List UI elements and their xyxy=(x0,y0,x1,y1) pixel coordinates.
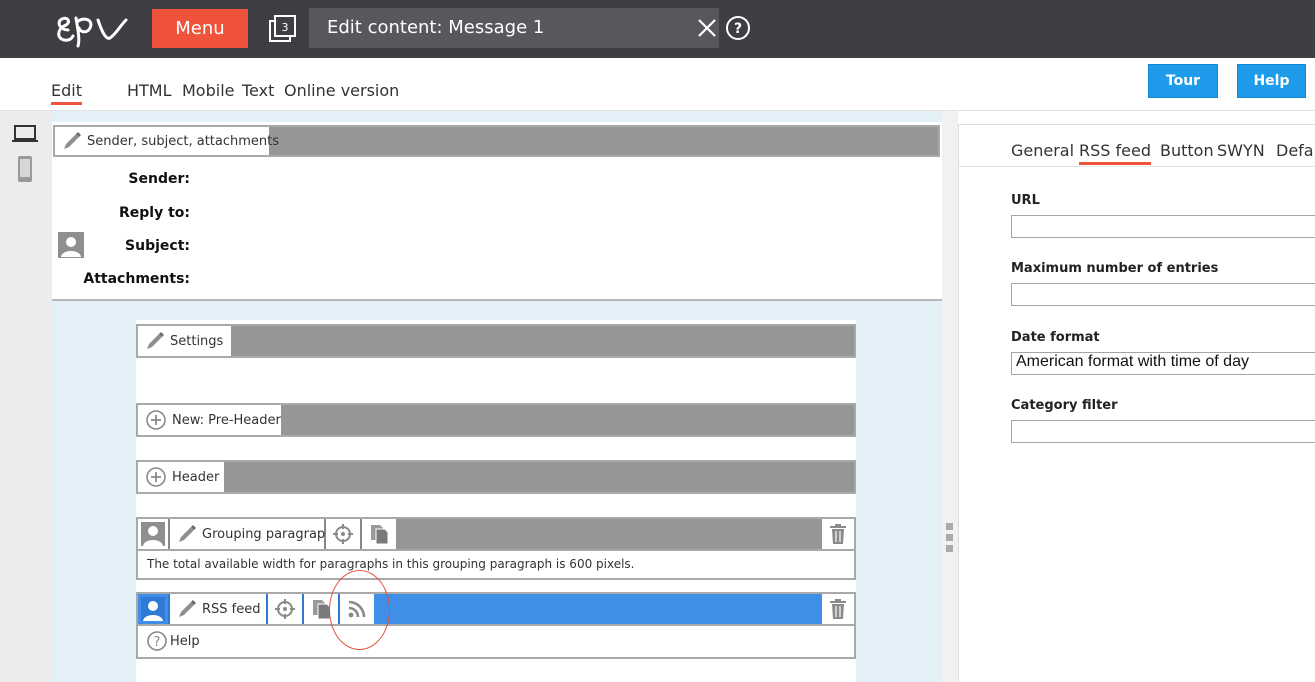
tab-rss-feed[interactable]: RSS feed xyxy=(1079,141,1151,165)
grouping-title: Grouping paragraph xyxy=(202,526,334,542)
settings-label[interactable]: Settings xyxy=(138,326,231,356)
grouping-info-text: The total available width for paragraphs… xyxy=(147,557,635,571)
splitter-grip[interactable] xyxy=(946,523,953,530)
tab-swyn[interactable]: SWYN xyxy=(1217,141,1265,160)
grouping-delete-button[interactable] xyxy=(822,519,854,549)
laptop-icon[interactable] xyxy=(11,124,39,144)
page-title: Edit content: Message 1 xyxy=(327,17,545,38)
pre-header-title: New: Pre-Header xyxy=(172,412,281,428)
plus-circle-icon xyxy=(146,467,166,487)
rss-title: RSS feed xyxy=(202,601,261,617)
category-filter-label: Category filter xyxy=(1011,398,1118,413)
tabs-count: 3 xyxy=(282,21,289,34)
help-button[interactable]: Help xyxy=(1237,64,1306,98)
tab-html[interactable]: HTML xyxy=(127,81,172,100)
person-icon[interactable] xyxy=(58,232,84,258)
sender-label: Sender: xyxy=(128,171,190,187)
tab-default[interactable]: Defau xyxy=(1276,141,1315,160)
rss-person-button[interactable] xyxy=(138,594,170,624)
attachments-label: Attachments: xyxy=(83,271,190,287)
grouping-copy-button[interactable] xyxy=(362,519,396,549)
person-icon xyxy=(141,522,165,546)
epi-logo[interactable] xyxy=(50,10,130,48)
copy-icon xyxy=(371,525,389,545)
tabs-divider xyxy=(958,166,1315,167)
title-box: Edit content: Message 1 xyxy=(309,8,719,48)
tab-button[interactable]: Button xyxy=(1160,141,1214,160)
grouping-info: The total available width for paragraphs… xyxy=(136,551,856,580)
splitter-grip[interactable] xyxy=(946,534,953,541)
plus-circle-icon xyxy=(146,410,166,430)
tabs-icon[interactable]: 3 xyxy=(267,14,297,44)
rss-label[interactable]: RSS feed xyxy=(170,594,268,624)
close-icon[interactable] xyxy=(696,17,718,39)
grouping-paragraph-bar[interactable]: Grouping paragraph xyxy=(136,517,856,551)
url-label: URL xyxy=(1011,193,1040,208)
pen-icon xyxy=(64,132,81,149)
rss-target-button[interactable] xyxy=(268,594,304,624)
tab-online-version[interactable]: Online version xyxy=(284,81,399,100)
tab-text[interactable]: Text xyxy=(242,81,274,100)
grouping-person-button[interactable] xyxy=(138,519,170,549)
pre-header-label[interactable]: New: Pre-Header xyxy=(138,405,281,435)
highlight-annotation xyxy=(329,570,390,650)
pen-icon xyxy=(179,525,196,542)
tab-edit[interactable]: Edit xyxy=(51,81,82,105)
person-icon xyxy=(141,597,165,621)
max-entries-field[interactable] xyxy=(1011,283,1315,306)
pen-icon xyxy=(147,332,164,349)
pre-header-block-bar[interactable]: New: Pre-Header xyxy=(136,403,856,437)
target-icon xyxy=(275,599,295,619)
splitter-grip[interactable] xyxy=(946,545,953,552)
sender-block-title: Sender, subject, attachments xyxy=(87,133,280,149)
phone-icon[interactable] xyxy=(16,155,34,183)
url-field[interactable] xyxy=(1011,215,1315,238)
date-format-label: Date format xyxy=(1011,330,1100,345)
panel-splitter[interactable] xyxy=(942,111,958,682)
tab-general[interactable]: General xyxy=(1011,141,1074,160)
svg-text:?: ? xyxy=(154,635,161,650)
header-title: Header xyxy=(172,469,220,485)
trash-icon xyxy=(830,524,846,544)
settings-title: Settings xyxy=(170,333,224,349)
grouping-target-button[interactable] xyxy=(326,519,362,549)
rss-help-label: Help xyxy=(170,634,200,649)
max-entries-label: Maximum number of entries xyxy=(1011,261,1219,276)
help-icon[interactable]: ? xyxy=(725,15,751,41)
sender-block-label[interactable]: Sender, subject, attachments xyxy=(55,127,279,155)
tour-button[interactable]: Tour xyxy=(1148,64,1218,98)
rss-feed-bar[interactable]: RSS feed xyxy=(136,592,856,626)
device-strip xyxy=(0,111,52,682)
trash-icon xyxy=(830,599,846,619)
target-icon xyxy=(333,524,353,544)
sender-block-bar[interactable]: Sender, subject, attachments xyxy=(53,125,940,157)
svg-text:?: ? xyxy=(734,21,742,37)
pen-icon xyxy=(179,600,196,617)
tab-mobile[interactable]: Mobile xyxy=(182,81,234,100)
menu-button[interactable]: Menu xyxy=(152,9,248,48)
settings-block-bar[interactable]: Settings xyxy=(136,324,856,358)
rss-delete-button[interactable] xyxy=(822,594,854,624)
grouping-label[interactable]: Grouping paragraph xyxy=(170,519,333,549)
header-block-bar[interactable]: Header xyxy=(136,460,856,494)
reply-to-label: Reply to: xyxy=(118,205,190,221)
date-format-select[interactable]: American format with time of day xyxy=(1011,352,1315,375)
header-label[interactable]: Header xyxy=(138,462,224,492)
view-bar: Edit HTML Mobile Text Online version Tou… xyxy=(0,58,1315,111)
rss-help-row[interactable]: ? Help xyxy=(136,626,856,659)
question-icon: ? xyxy=(147,631,167,651)
category-filter-field[interactable] xyxy=(1011,420,1315,443)
